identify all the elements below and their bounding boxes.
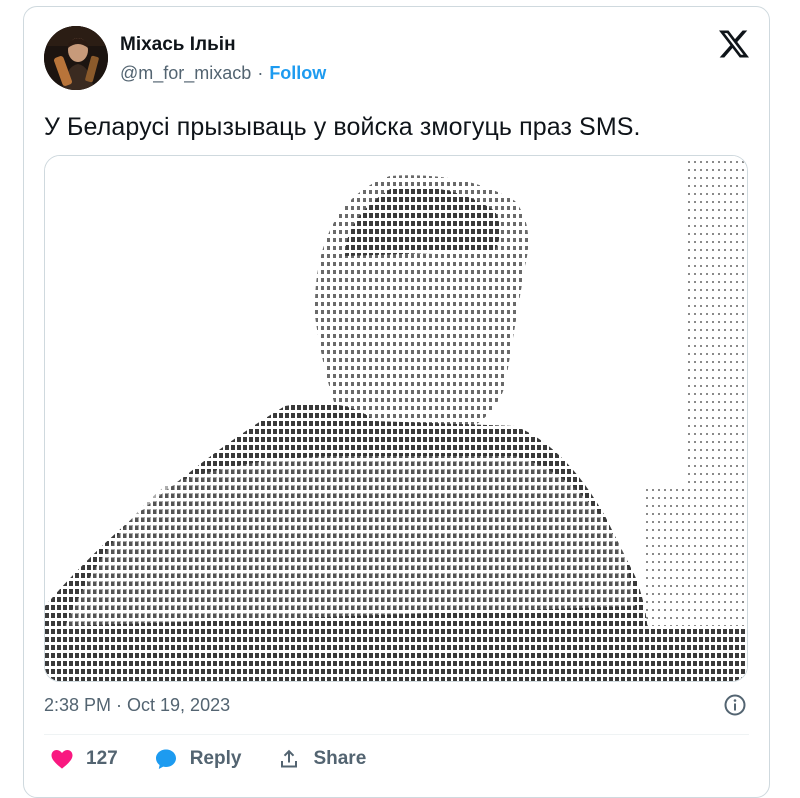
reply-bubble-icon	[155, 749, 176, 769]
follow-button[interactable]: Follow	[269, 63, 326, 84]
like-count: 127	[86, 748, 118, 769]
author-name[interactable]: Міхась Ільін	[120, 34, 236, 56]
share-label: Share	[313, 748, 367, 769]
heart-icon	[51, 750, 73, 769]
share-icon	[281, 749, 298, 768]
avatar-image	[44, 26, 108, 90]
tweet-timestamp[interactable]: 2:38 PM · Oct 19, 2023	[44, 695, 230, 716]
handle-separator: ·	[257, 63, 264, 83]
author-handle-row: @m_for_mixacb · Follow	[120, 63, 326, 84]
avatar[interactable]	[44, 26, 108, 90]
tweet-media[interactable]	[44, 155, 748, 682]
like-button[interactable]: 127	[50, 747, 118, 771]
reply-button[interactable]: Reply	[154, 747, 242, 771]
tweet-actions: 127 Reply Share	[50, 747, 402, 771]
share-button[interactable]: Share	[277, 747, 366, 771]
tweet-card: Міхась Ільін @m_for_mixacb · Follow У Бе…	[23, 6, 770, 798]
info-icon[interactable]	[723, 693, 747, 717]
x-logo-icon[interactable]	[719, 29, 749, 59]
reply-label: Reply	[189, 748, 242, 769]
divider	[44, 734, 749, 735]
ascii-art-image	[45, 156, 747, 681]
tweet-text: У Беларусі прызываць у войска змогуць пр…	[44, 113, 641, 141]
author-handle[interactable]: @m_for_mixacb	[120, 63, 251, 84]
